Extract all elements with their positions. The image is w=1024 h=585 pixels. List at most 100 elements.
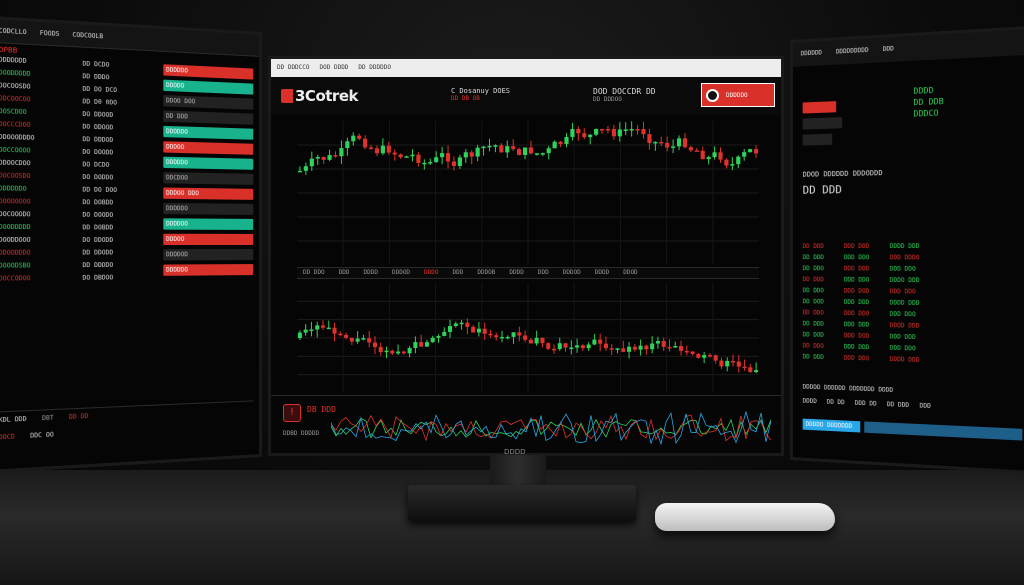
candle-body [582,133,587,138]
timeframe-item[interactable]: DDD [453,269,464,277]
browser-tab[interactable]: DD DDDCCO [277,64,310,72]
trade-button[interactable]: DDDDDO [162,264,254,276]
right-value-c: DDDD DDD [889,321,920,330]
left-list-name[interactable]: DOOODSBO [0,262,74,271]
timeframe-item[interactable]: DDDD [364,269,378,277]
left-list-name[interactable]: DOSCDOO [0,108,74,119]
timeframe-item[interactable]: DDDOD [563,269,581,277]
trade-button[interactable]: DDDDDO [162,156,254,170]
mouse[interactable] [655,503,835,531]
right-blue-bar[interactable]: DDDDD DDDDDDD [802,418,861,433]
right-value-c: DDDD DDD [889,355,920,364]
trade-button[interactable]: DDDOO [162,141,254,155]
right-footer-value: DD DDD [886,400,910,410]
left-list-name[interactable]: DOODDDDD [0,69,74,81]
left-list-name[interactable]: DDOODDDO [0,249,74,258]
candle-body [407,348,412,354]
left-list-name[interactable]: DOOOOOOO [0,198,74,207]
right-header-item[interactable]: DDDDDDDDD [836,47,869,57]
candle-body [459,322,464,325]
trade-button[interactable]: DDDDDO [162,64,254,80]
left-header-item[interactable]: CODCOOLB [72,31,103,41]
trade-button[interactable]: DDDDDO [162,202,254,215]
right-tag[interactable] [802,117,843,130]
left-list-name[interactable]: DDCOOCOO [0,95,74,106]
trade-button[interactable]: DDOO DOO [162,95,254,110]
left-monitor: CODCLLO FOODS CODCOOLB OPBB DDDDDDD DOODD… [0,15,263,474]
candle-body [430,337,435,343]
ticker: C Dosanuy DOES DD DB OB [451,87,511,102]
alert-badge[interactable]: DDDDDO [701,83,775,107]
trade-button[interactable]: DDDDDO [162,125,254,140]
candle-body [440,153,445,158]
trade-button[interactable]: DDDOO [162,233,254,246]
timeframe-item[interactable]: DDDO [424,269,438,277]
app-logo[interactable]: 3Cotrek [281,87,358,105]
left-list-name[interactable]: DOCCOOOO [0,146,74,156]
candle-body [753,149,759,154]
price-chart-upper[interactable] [297,121,759,265]
price-chart-lower[interactable] [297,283,759,393]
candle-body [754,370,759,373]
trade-button[interactable]: DDDDOO [162,218,254,230]
timeframe-item[interactable]: DDD [339,269,350,277]
warning-icon[interactable]: ! [283,404,301,422]
timeframe-item[interactable]: DDD [538,269,549,277]
candle-body [522,147,528,156]
right-value-c: DDDD DDD [889,299,920,307]
timeframe-item[interactable]: DDDOD [392,269,410,277]
right-header-item[interactable]: DDDDDD [801,49,822,58]
left-list-name[interactable]: DOCOOSDO [0,82,74,94]
right-top-values: DDDD DD DDB DDDCO [913,85,944,119]
candle-body [493,145,498,147]
timeframe-item[interactable]: DD DDO [303,269,325,277]
right-value-b: DDD DDO [843,309,870,318]
timeframe-item[interactable]: DDOD [623,269,637,277]
left-header-item[interactable]: CODCLLO [0,27,27,37]
left-list-name[interactable]: DOODDDDD [0,224,74,233]
left-footer-item: DD DD [68,412,89,421]
right-value-a: DD DDD [802,320,824,328]
candle-body [494,335,499,338]
candle-body [367,338,372,343]
right-col-a: DD DDD DD DDD DD DDO DD DDD DD DDO DD DOD DD D… [803,243,824,362]
timeframe-item[interactable]: DDDD [595,269,609,277]
candle-body [546,148,551,154]
trade-button[interactable]: DDDDOD [162,249,254,261]
left-list-name[interactable]: DOCCODOO [0,274,74,283]
left-list-name[interactable]: DOCOOODO [0,211,74,220]
candle-body [386,145,391,153]
left-list-name[interactable]: DOCCCDOO [0,121,74,132]
left-list-name[interactable]: DDOOODDDO [0,133,74,144]
candle-body [534,153,539,155]
trade-button[interactable]: DDDDO [162,79,254,95]
candle-body [499,145,504,153]
monitor-brand: DDDD [504,448,526,456]
left-list-value: DD DDDDO [82,261,114,270]
left-list-name[interactable]: DDDDDDO [0,185,74,195]
trade-button[interactable]: DDDOO DDO [162,187,254,200]
left-col-names: DDDDDDD DOODDDDD DOCOOSDO DDCOOCOO DOSCDOO DO… [0,56,74,405]
candle-body [505,336,510,339]
left-list-name[interactable]: DDOOCDOO [0,159,74,169]
right-value-b: DDD DDD [843,321,870,329]
left-header-item[interactable]: FOODS [40,29,60,39]
candle-body [655,340,660,344]
candle-body [563,343,568,348]
browser-tab[interactable]: DD DDDDDO [358,64,391,72]
left-list-value: DD DDDOD [82,135,114,145]
candle-body [345,141,350,149]
browser-tab[interactable]: DOD DDDD [320,64,349,72]
left-list-name[interactable]: DOODDOOO [0,236,74,245]
timeframe-item[interactable]: DDDD [509,269,523,277]
candle-body [469,152,474,157]
trade-button[interactable]: DD DDD [162,110,254,125]
right-header-item[interactable]: DDD [883,45,894,54]
candle-body [315,157,320,159]
right-tag[interactable] [802,133,833,146]
timeframe-item[interactable]: DDDOB [477,269,495,277]
left-list-name[interactable]: DDDDDDD [0,56,74,68]
left-list-name[interactable]: DOCOOSDO [0,172,74,182]
trade-button[interactable]: DDCDOO [162,172,254,185]
right-tag[interactable] [802,101,837,114]
